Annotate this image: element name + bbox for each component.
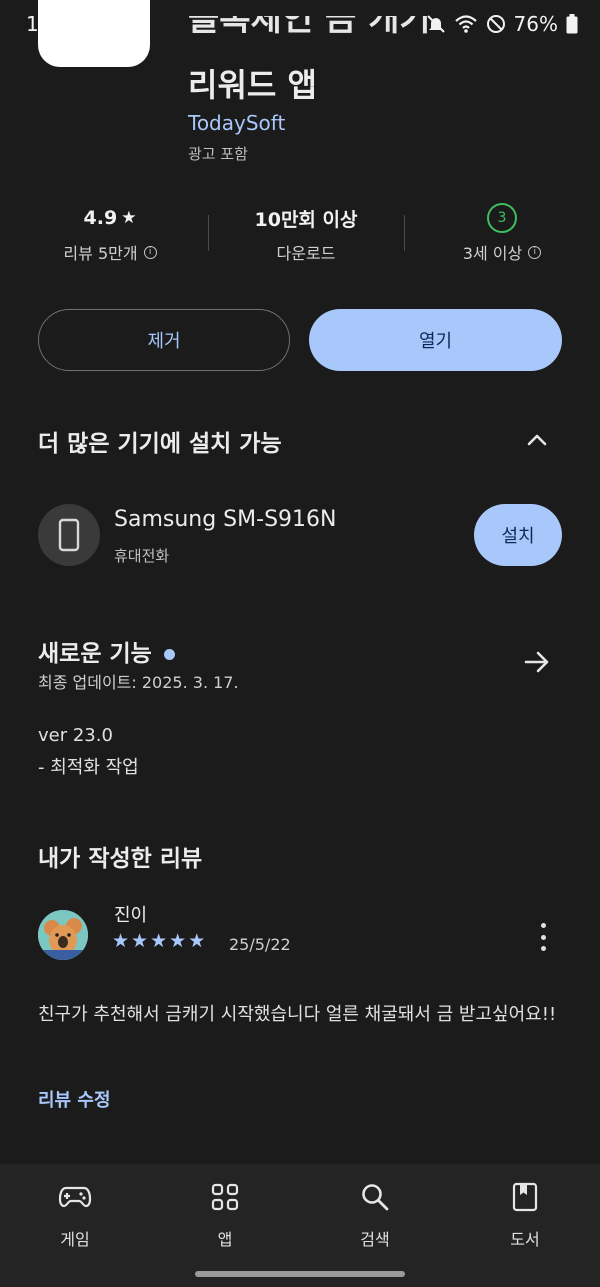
nav-label-games: 게임 (60, 1230, 90, 1249)
book-icon (512, 1182, 538, 1212)
do-not-disturb-icon (486, 15, 505, 33)
version-text: ver 23.0 (38, 725, 113, 746)
avatar (38, 910, 88, 960)
last-updated: 최종 업데이트: 2025. 3. 17. (38, 673, 239, 692)
review-date: 25/5/22 (229, 935, 291, 954)
info-icon: i (528, 245, 542, 259)
search-icon (362, 1184, 389, 1211)
device-icon (38, 504, 100, 566)
rating-stat[interactable]: 4.9 ★ 리뷰 5만개 i (50, 204, 170, 264)
nav-label-apps: 앱 (217, 1230, 233, 1249)
star-icon: ★ (169, 930, 187, 952)
rating-value: 4.9 (83, 207, 118, 229)
app-title: 리워드 앱 (188, 66, 317, 104)
wifi-icon (454, 15, 477, 33)
app-icon (38, 0, 150, 67)
ads-label: 광고 포함 (188, 145, 248, 163)
release-note-item: - 최적화 작업 (38, 757, 139, 778)
star-icon: ★ (121, 208, 137, 228)
reviewer-name: 진이 (114, 905, 148, 926)
new-indicator-dot (163, 649, 175, 660)
device-name: Samsung SM-S916N (114, 507, 337, 532)
phone-icon (58, 518, 80, 552)
star-icon: ★ (112, 930, 130, 952)
release-notes: ver 23.0 - 최적화 작업 (38, 720, 139, 784)
star-rating: ★ ★ ★ ★ ★ (112, 930, 205, 952)
review-count: 리뷰 5만개 (63, 244, 138, 263)
content-rating-stat[interactable]: 3 3세 이상 i (442, 203, 562, 264)
info-icon: i (143, 245, 157, 259)
nav-label-search: 검색 (360, 1230, 390, 1249)
star-icon: ★ (188, 930, 206, 952)
home-indicator[interactable] (195, 1271, 405, 1277)
open-button[interactable]: 열기 (309, 309, 562, 371)
divider (404, 215, 405, 251)
battery-percent: 76% (513, 12, 558, 36)
arrow-right-icon[interactable] (522, 647, 552, 677)
status-icons: 76% (426, 12, 578, 36)
uninstall-button[interactable]: 제거 (38, 309, 290, 371)
nav-item-games[interactable]: 게임 (25, 1180, 125, 1250)
downloads-stat: 10만회 이상 다운로드 (236, 204, 376, 264)
nav-item-apps[interactable]: 앱 (175, 1180, 275, 1250)
nav-item-search[interactable]: 검색 (325, 1180, 425, 1250)
review-text: 친구가 추천해서 금캐기 시작했습니다 얼른 채굴돼서 금 받고싶어요!! (38, 1004, 557, 1025)
chevron-up-icon[interactable] (522, 428, 552, 452)
app-title-partial: 블록체인 금 캐기 (188, 16, 431, 39)
my-review-title: 내가 작성한 리뷰 (38, 846, 203, 872)
age-rating-badge: 3 (487, 203, 517, 233)
apps-grid-icon (211, 1183, 239, 1211)
star-icon: ★ (131, 930, 149, 952)
koala-avatar-image (38, 910, 88, 960)
downloads-value: 10만회 이상 (254, 208, 358, 231)
nav-item-books[interactable]: 도서 (475, 1180, 575, 1250)
gamepad-icon (58, 1186, 92, 1208)
nav-label-books: 도서 (510, 1230, 540, 1249)
devices-section-title: 더 많은 기기에 설치 가능 (38, 431, 282, 457)
downloads-label: 다운로드 (276, 244, 336, 263)
device-type: 휴대전화 (114, 547, 170, 565)
divider (208, 215, 209, 251)
install-button[interactable]: 설치 (474, 504, 562, 566)
age-rating-label: 3세 이상 (462, 244, 523, 263)
star-icon: ★ (150, 930, 168, 952)
developer-link[interactable]: TodaySoft (188, 111, 285, 135)
battery-icon (566, 14, 578, 34)
edit-review-link[interactable]: 리뷰 수정 (38, 1086, 111, 1112)
more-options-icon[interactable] (532, 920, 554, 954)
whats-new-title[interactable]: 새로운 기능 (38, 634, 175, 668)
